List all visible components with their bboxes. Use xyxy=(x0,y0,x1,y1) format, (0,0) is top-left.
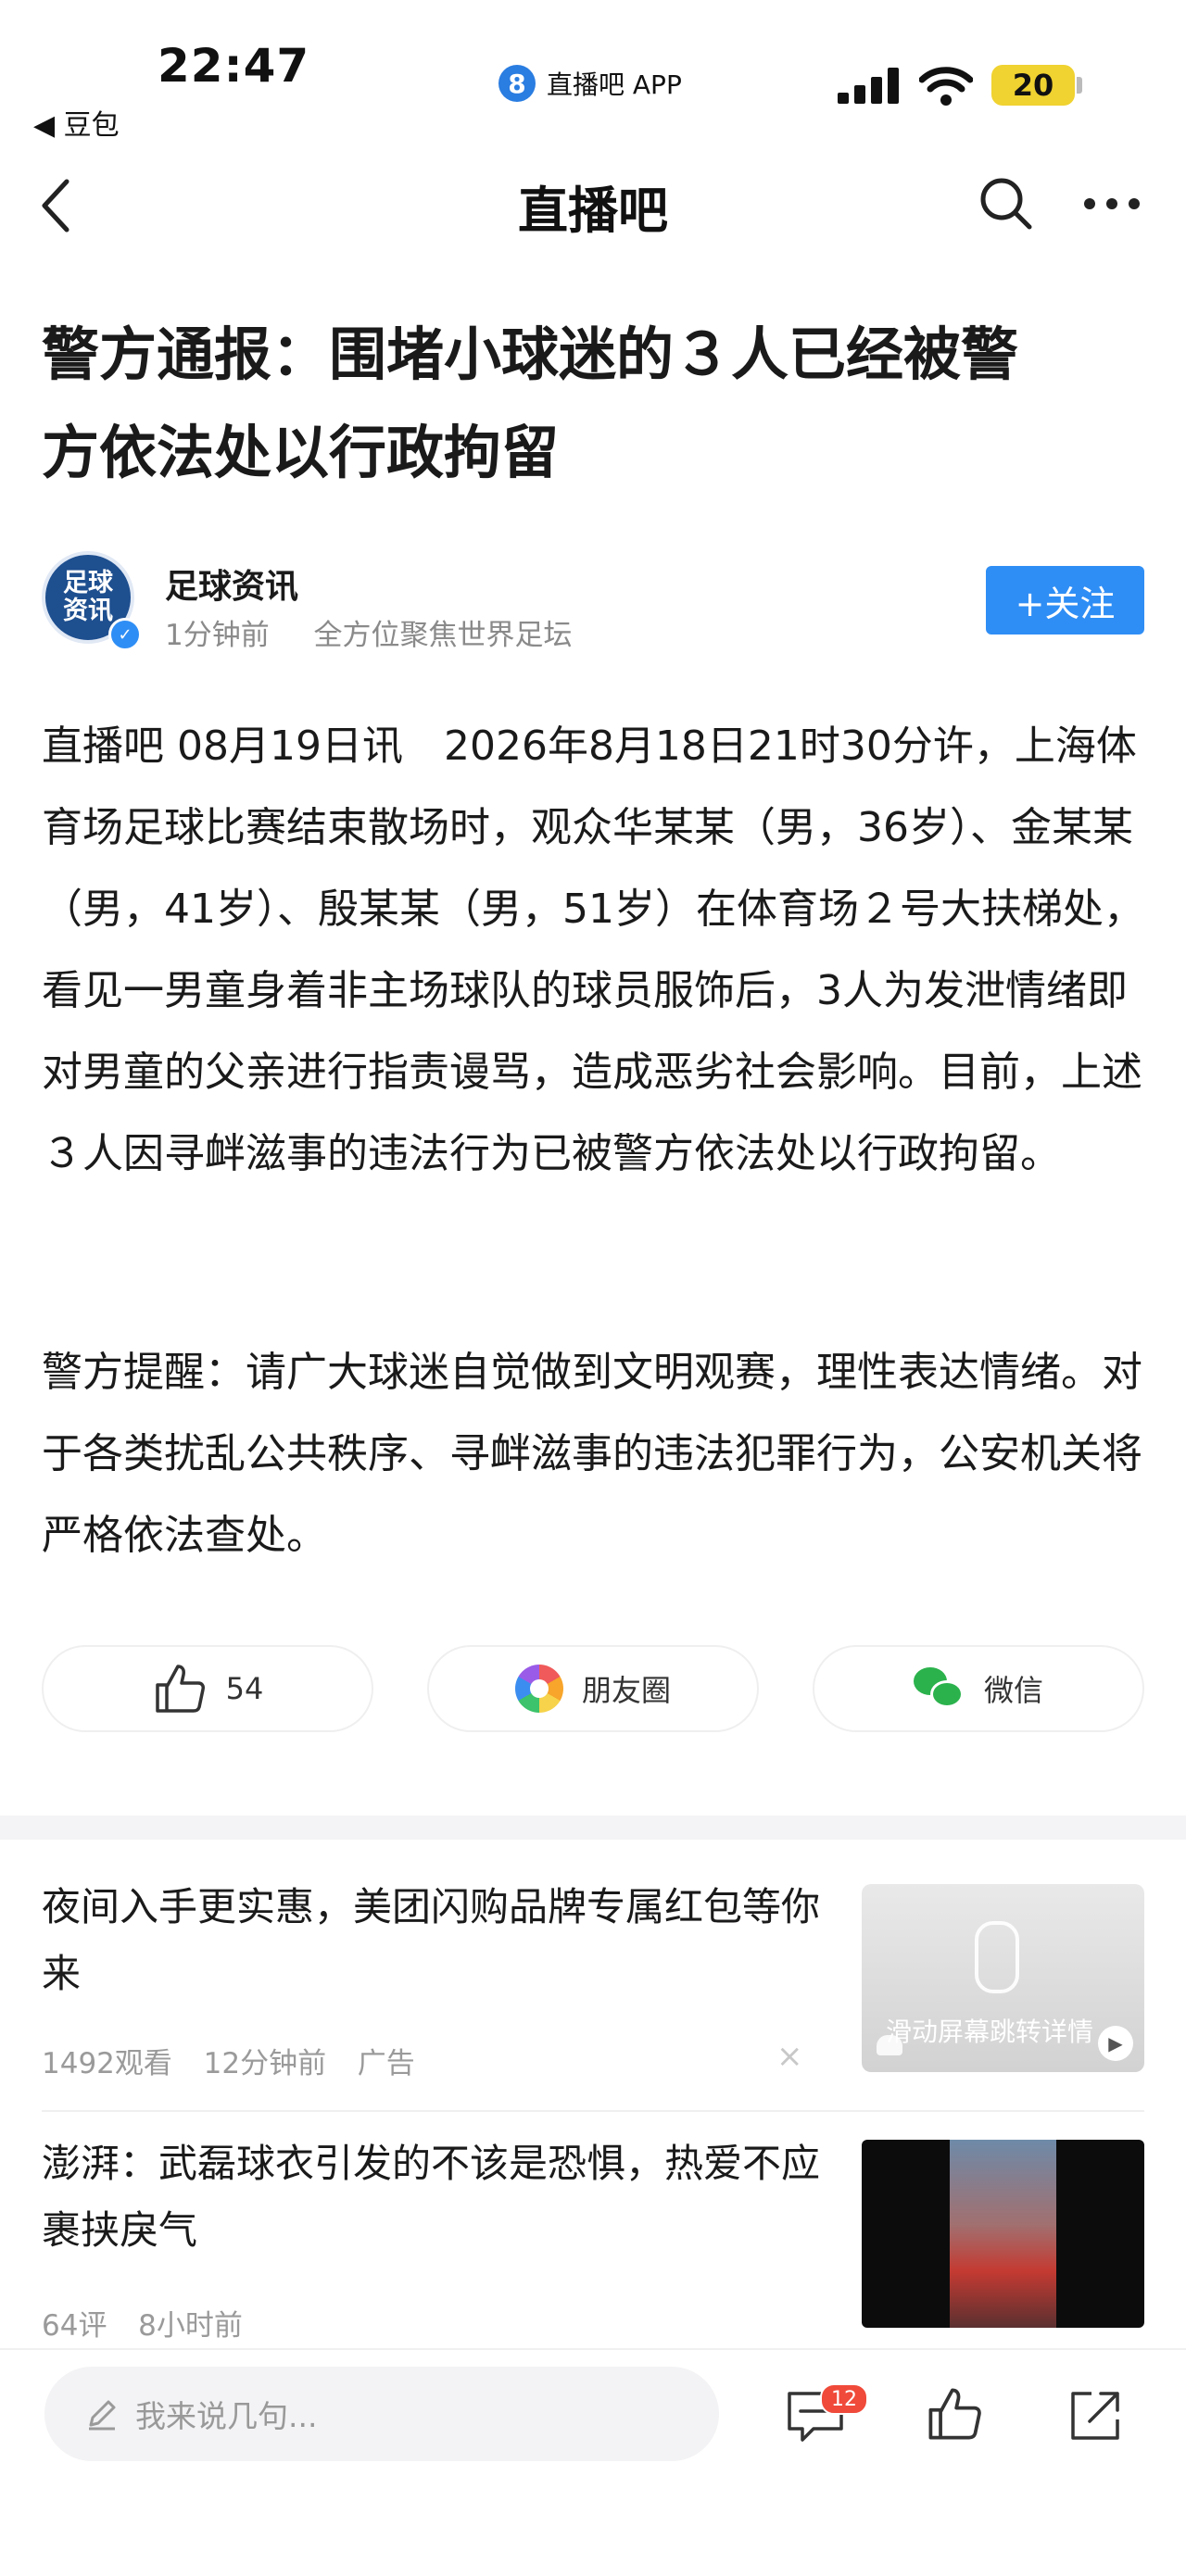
thumbnail-caption: 滑动屏幕跳转详情 xyxy=(886,2017,1094,2047)
battery-nub xyxy=(1077,77,1082,94)
avatar-text: 资讯 xyxy=(63,597,113,625)
comment-input[interactable]: 我来说几句... xyxy=(44,2367,719,2461)
like-button[interactable]: 54 xyxy=(42,1645,373,1732)
section-divider xyxy=(0,1816,1186,1840)
status-time: 22:47 xyxy=(158,39,310,93)
feed-item-meta: 64评 8小时前 xyxy=(42,2302,243,2344)
feed-item-meta: 1492观看 12分钟前 广告 xyxy=(42,2040,415,2081)
share-wechat-button[interactable]: 微信 xyxy=(813,1645,1144,1732)
article-paragraph: 警方提醒：请广大球迷自觉做到文明观赛，理性表达情绪。对于各类扰乱公共秩序、寻衅滋… xyxy=(42,1349,1142,1559)
feed-thumbnail[interactable]: 滑动屏幕跳转详情 ▶ xyxy=(862,1884,1144,2072)
moments-icon xyxy=(514,1665,563,1713)
author-name[interactable]: 足球资讯 xyxy=(165,559,298,608)
thumbs-up-icon xyxy=(155,1665,205,1713)
pencil-icon xyxy=(89,2400,116,2431)
wechat-icon xyxy=(913,1667,965,1710)
wifi-icon xyxy=(919,67,973,106)
feed-item-title[interactable]: 澎湃：武磊球衣引发的不该是恐惧，热爱不应裹挟戾气 xyxy=(42,2130,839,2264)
feed-separator xyxy=(42,2110,1144,2112)
follow-button[interactable]: +关注 xyxy=(986,566,1144,635)
verified-check-icon: ✓ xyxy=(108,618,142,651)
avatar-text: 足球 xyxy=(63,569,113,597)
author-meta: 1分钟前 全方位聚焦世界足坛 xyxy=(165,611,572,653)
cellular-signal-icon xyxy=(838,68,899,104)
author-tagline: 全方位聚焦世界足坛 xyxy=(313,619,573,652)
publish-time: 1分钟前 xyxy=(165,619,270,652)
status-app-name: 直播吧 APP xyxy=(547,69,682,100)
thumbs-up-icon[interactable] xyxy=(925,2384,984,2444)
close-icon[interactable]: × xyxy=(776,2038,803,2075)
feed-time: 12分钟前 xyxy=(203,2047,327,2080)
swipe-hand-icon xyxy=(975,1921,1019,1993)
ad-tag: 广告 xyxy=(357,2047,415,2080)
play-icon[interactable]: ▶ xyxy=(1098,2026,1133,2061)
back-to-app-link[interactable]: ◀ 豆包 xyxy=(33,102,120,143)
feed-views: 1492观看 xyxy=(42,2047,172,2080)
share-wechat-label: 微信 xyxy=(983,1673,1043,1708)
sound-icon xyxy=(877,2035,902,2055)
share-moments-label: 朋友圈 xyxy=(581,1673,671,1708)
video-frame xyxy=(950,2140,1056,2328)
share-icon[interactable] xyxy=(1067,2386,1125,2444)
battery-indicator: 20 xyxy=(991,65,1075,106)
message-count-badge: 12 xyxy=(820,2383,868,2415)
like-count: 54 xyxy=(225,1671,264,1706)
headline-line: 警方通报：围堵小球迷的３人已经被警 xyxy=(42,320,1019,388)
article-headline: 警方通报：围堵小球迷的３人已经被警 方依法处以行政拘留 xyxy=(42,306,1144,502)
more-options-icon[interactable] xyxy=(1082,196,1142,211)
comment-placeholder: 我来说几句... xyxy=(135,2398,318,2434)
status-center-app: 8 直播吧 APP xyxy=(498,63,682,104)
share-moments-button[interactable]: 朋友圈 xyxy=(427,1645,759,1732)
headline-line: 方依法处以行政拘留 xyxy=(42,419,560,486)
feed-comments: 64评 xyxy=(42,2309,107,2343)
app-logo-icon: 8 xyxy=(498,65,536,102)
feed-item-title[interactable]: 夜间入手更实惠，美团闪购品牌专属红包等你来 xyxy=(42,1874,839,2007)
search-icon[interactable] xyxy=(978,176,1034,232)
article-paragraph: 直播吧 08月19日讯 2026年8月18日21时30分许，上海体育场足球比赛结… xyxy=(42,723,1144,1177)
bottom-bar-border xyxy=(0,2348,1186,2350)
feed-time: 8小时前 xyxy=(138,2309,243,2343)
feed-thumbnail[interactable] xyxy=(862,2140,1144,2328)
